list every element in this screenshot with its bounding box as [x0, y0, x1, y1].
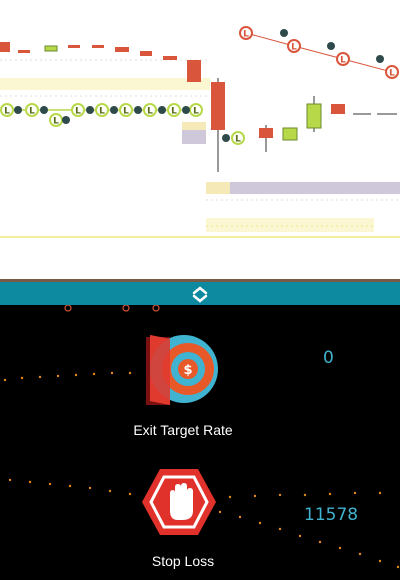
price-zone-band [0, 78, 210, 90]
marker-label: L [243, 30, 249, 40]
marker-label: L [340, 56, 346, 66]
long-marker-red[interactable]: L [239, 26, 253, 40]
candlestick-chart-svg: L L L L L L L L L L L L L L [0, 26, 400, 238]
marker-label: L [53, 117, 59, 127]
marker-label: L [291, 43, 297, 53]
long-marker-green[interactable]: L [119, 103, 133, 117]
entry-marker-path [245, 32, 393, 73]
marker-label: L [75, 107, 81, 117]
exit-marker [40, 106, 48, 114]
chevron-collapse-icon[interactable] [190, 285, 210, 303]
stop-loss-value[interactable]: 11578 [304, 505, 358, 525]
long-marker-green[interactable]: L [49, 113, 63, 127]
exit-marker [14, 106, 22, 114]
trade-settings-panel: $ 0 Exit Target Rate 11578 Stop Loss [0, 305, 400, 580]
long-marker-red[interactable]: L [336, 52, 350, 66]
candle-bear [259, 128, 273, 138]
exit-marker [327, 42, 335, 50]
long-marker-green[interactable]: L [25, 103, 39, 117]
candle-bear [92, 45, 104, 48]
price-zone-band [206, 182, 400, 194]
exit-marker [376, 55, 384, 63]
marker-label: L [389, 69, 395, 79]
candle-bull [306, 103, 322, 129]
exit-door-coin-icon[interactable]: $ [144, 331, 224, 407]
exit-target-rate-value[interactable]: 0 [323, 348, 334, 368]
stop-hand-octagon-icon[interactable] [140, 467, 218, 537]
candle-bear [211, 82, 225, 130]
exit-marker [62, 116, 70, 124]
marker-label: L [99, 107, 105, 117]
candle-bear [68, 45, 80, 48]
svg-text:$: $ [183, 363, 192, 378]
long-marker-green[interactable]: L [143, 103, 157, 117]
exit-marker [158, 106, 166, 114]
marker-label: L [29, 107, 35, 117]
candle-bear [331, 104, 345, 114]
candle-bear [115, 47, 129, 52]
exit-marker [86, 106, 94, 114]
long-marker-red[interactable]: L [287, 39, 301, 53]
marker-label: L [171, 107, 177, 117]
long-marker-red[interactable]: L [385, 65, 399, 79]
candle-bear [163, 56, 177, 60]
candle-bear [18, 50, 30, 53]
candle-bear [140, 51, 152, 56]
exit-marker [182, 106, 190, 114]
exit-marker [110, 106, 118, 114]
long-marker-green[interactable]: L [95, 103, 109, 117]
long-marker-green[interactable]: L [231, 131, 245, 145]
trading-chart[interactable]: L L L L L L L L L L L L L L [0, 0, 400, 279]
marker-label: L [4, 107, 10, 117]
price-zone-band [182, 122, 206, 130]
exit-target-rate-label: Exit Target Rate [133, 422, 233, 438]
candle-bear [187, 60, 201, 82]
long-marker-green[interactable]: L [71, 103, 85, 117]
candle-bear [0, 42, 10, 52]
exit-marker [134, 106, 142, 114]
stop-loss-label: Stop Loss [151, 553, 215, 569]
candle-bull [282, 127, 298, 141]
marker-label: L [123, 107, 129, 117]
long-marker-green[interactable]: L [167, 103, 181, 117]
long-marker-green[interactable]: L [0, 103, 14, 117]
marker-label: L [193, 107, 199, 117]
exit-marker [222, 134, 230, 142]
marker-label: L [147, 107, 153, 117]
panel-divider-bar[interactable] [0, 279, 400, 305]
candle-bull [44, 45, 58, 52]
marker-label: L [235, 135, 241, 145]
exit-marker [280, 29, 288, 37]
long-marker-green[interactable]: L [189, 103, 203, 117]
price-zone-band [206, 218, 374, 232]
price-zone-band [206, 182, 230, 194]
